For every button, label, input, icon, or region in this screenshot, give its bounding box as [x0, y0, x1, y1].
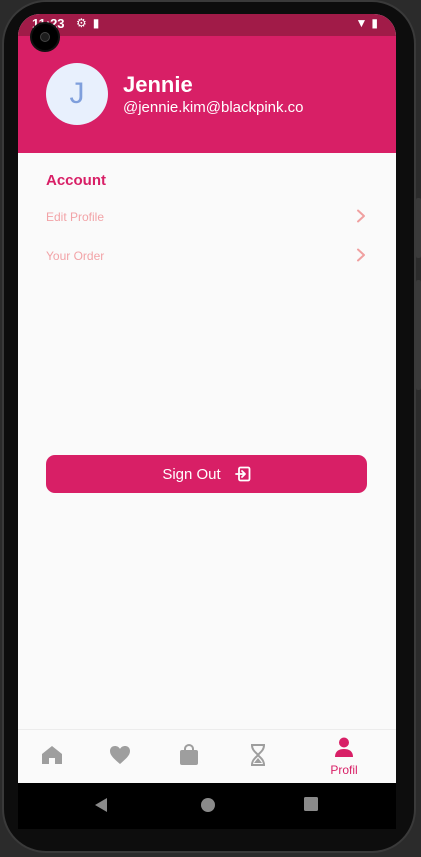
power-button — [416, 198, 421, 258]
edit-profile-item[interactable]: Edit Profile — [46, 201, 366, 233]
bottom-nav: Profil — [18, 729, 396, 783]
recents-icon[interactable] — [304, 797, 318, 816]
edit-profile-label: Edit Profile — [46, 210, 105, 224]
wifi-icon: ▼ — [355, 16, 372, 30]
avatar-initial: J — [69, 77, 85, 110]
status-bar: 11:23 ⚙▮ ▼▮ — [18, 14, 396, 36]
nav-profile-label: Profil — [330, 763, 358, 777]
battery-icon: ▮ — [371, 16, 382, 30]
front-camera — [30, 22, 60, 52]
heart-icon — [109, 745, 131, 770]
shopping-bag-icon — [179, 743, 199, 771]
nav-favorites[interactable] — [104, 730, 136, 783]
logout-icon — [234, 466, 251, 482]
home-button-icon[interactable] — [200, 797, 216, 818]
chevron-right-icon — [356, 248, 366, 265]
nav-profile[interactable]: Profil — [320, 730, 368, 783]
sd-card-icon: ▮ — [92, 16, 106, 30]
nav-history[interactable] — [242, 730, 274, 783]
your-order-item[interactable]: Your Order — [46, 240, 366, 272]
chevron-right-icon — [356, 209, 366, 226]
profile-header: J Jennie @jennie.kim@blackpink.co — [18, 36, 396, 153]
back-icon[interactable] — [94, 797, 108, 818]
volume-button — [416, 280, 421, 390]
avatar: J — [46, 63, 108, 125]
status-left-icons: ⚙▮ — [76, 16, 105, 30]
hourglass-icon — [249, 743, 267, 771]
user-name: Jennie — [123, 72, 193, 97]
system-nav-bar — [18, 783, 396, 829]
nav-cart[interactable] — [173, 730, 205, 783]
user-email: @jennie.kim@blackpink.co — [123, 99, 304, 116]
person-icon — [334, 737, 354, 762]
account-section-title: Account — [46, 172, 106, 189]
sign-out-button[interactable]: Sign Out — [46, 455, 367, 493]
settings-icon: ⚙ — [76, 16, 93, 30]
nav-home[interactable] — [36, 730, 68, 783]
device: 11:23 ⚙▮ ▼▮ J Jennie @jennie.kim@blackpi… — [0, 0, 421, 857]
status-right-icons: ▼▮ — [356, 16, 383, 30]
sign-out-label: Sign Out — [162, 465, 221, 483]
app-screen: 11:23 ⚙▮ ▼▮ J Jennie @jennie.kim@blackpi… — [18, 14, 396, 783]
home-icon — [41, 745, 63, 770]
your-order-label: Your Order — [46, 249, 105, 263]
